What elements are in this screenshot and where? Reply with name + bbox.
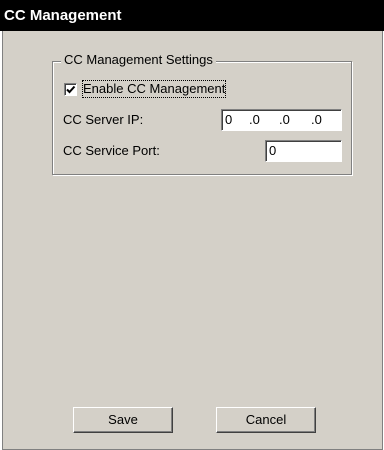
ip-octet-4[interactable]: .0 (311, 112, 322, 128)
cc-management-window: CC Management CC Management Settings Ena… (0, 0, 384, 450)
enable-cc-management-checkbox[interactable] (64, 83, 77, 96)
cc-server-ip-label: CC Server IP: (63, 112, 144, 127)
enable-cc-management-label[interactable]: Enable CC Management (81, 80, 227, 98)
save-button[interactable]: Save (73, 407, 173, 433)
cc-service-port-label: CC Service Port: (63, 143, 160, 158)
cancel-button[interactable]: Cancel (216, 407, 316, 433)
cc-service-port-input[interactable]: 0 (265, 140, 342, 162)
ip-octet-1[interactable]: 0 (225, 112, 232, 128)
checkmark-icon (66, 85, 76, 94)
window-title: CC Management (0, 0, 384, 31)
group-legend: CC Management Settings (61, 51, 216, 69)
ip-octet-3[interactable]: .0 (279, 112, 290, 128)
ip-octet-2[interactable]: .0 (249, 112, 260, 128)
cc-server-ip-input[interactable]: 0 .0 .0 .0 (221, 109, 342, 131)
